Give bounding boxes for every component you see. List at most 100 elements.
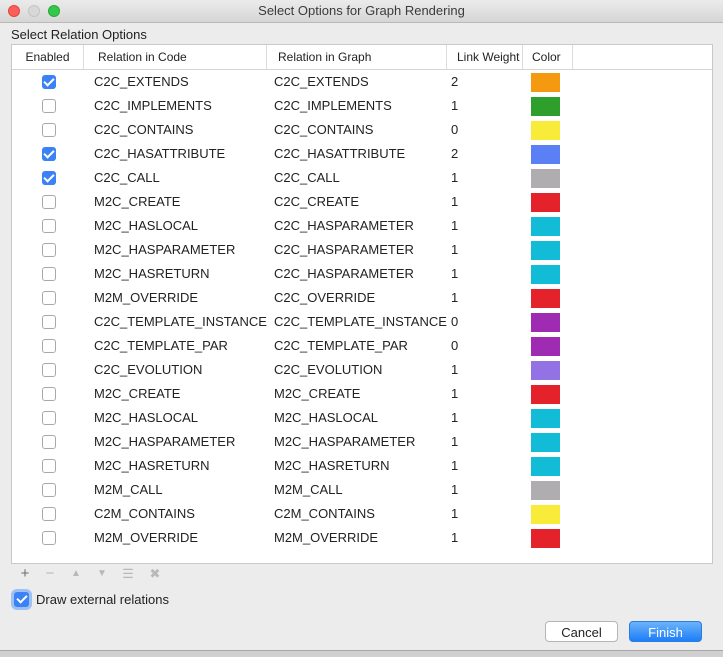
link-weight-cell[interactable]: 0 — [451, 334, 458, 358]
color-swatch[interactable] — [531, 121, 560, 140]
link-weight-cell[interactable]: 1 — [451, 454, 458, 478]
relation-in-code-cell[interactable]: C2C_CALL — [94, 166, 160, 190]
color-swatch[interactable] — [531, 409, 560, 428]
relation-in-graph-cell[interactable]: C2C_CALL — [274, 166, 340, 190]
color-swatch[interactable] — [531, 97, 560, 116]
link-weight-cell[interactable]: 1 — [451, 214, 458, 238]
link-weight-cell[interactable]: 0 — [451, 118, 458, 142]
enabled-checkbox[interactable] — [42, 339, 56, 353]
relation-in-graph-cell[interactable]: M2M_CALL — [274, 478, 343, 502]
column-header-relation-in-code[interactable]: Relation in Code — [84, 45, 267, 69]
link-weight-cell[interactable]: 1 — [451, 358, 458, 382]
tree-list-icon[interactable]: ☰ — [120, 564, 136, 584]
relation-in-graph-cell[interactable]: C2C_CONTAINS — [274, 118, 373, 142]
link-weight-cell[interactable]: 1 — [451, 166, 458, 190]
enabled-checkbox[interactable] — [42, 147, 56, 161]
relation-in-graph-cell[interactable]: M2C_HASLOCAL — [274, 406, 378, 430]
relation-in-code-cell[interactable]: M2C_CREATE — [94, 382, 180, 406]
relation-in-code-cell[interactable]: M2C_HASRETURN — [94, 262, 210, 286]
relation-in-graph-cell[interactable]: M2C_CREATE — [274, 382, 360, 406]
relation-in-code-cell[interactable]: C2C_IMPLEMENTS — [94, 94, 212, 118]
link-weight-cell[interactable]: 1 — [451, 526, 458, 550]
plus-icon[interactable]: + — [17, 564, 33, 584]
enabled-checkbox[interactable] — [42, 387, 56, 401]
relation-in-graph-cell[interactable]: C2C_EVOLUTION — [274, 358, 382, 382]
column-header-relation-in-graph[interactable]: Relation in Graph — [267, 45, 447, 69]
column-header-enabled[interactable]: Enabled — [12, 45, 84, 69]
column-header-link-weight[interactable]: Link Weight — [447, 45, 523, 69]
link-weight-cell[interactable]: 0 — [451, 310, 458, 334]
link-weight-cell[interactable]: 1 — [451, 238, 458, 262]
relation-in-code-cell[interactable]: C2C_TEMPLATE_INSTANCE — [94, 310, 267, 334]
relation-in-graph-cell[interactable]: C2C_HASPARAMETER — [274, 238, 414, 262]
table-row[interactable]: M2M_OVERRIDE M2M_OVERRIDE 1 — [12, 526, 572, 550]
relation-in-code-cell[interactable]: M2C_HASLOCAL — [94, 406, 198, 430]
link-weight-cell[interactable]: 1 — [451, 406, 458, 430]
relation-in-code-cell[interactable]: M2M_CALL — [94, 478, 163, 502]
enabled-checkbox[interactable] — [42, 315, 56, 329]
table-row[interactable]: C2C_CALL C2C_CALL 1 — [12, 166, 572, 190]
relation-in-code-cell[interactable]: M2M_OVERRIDE — [94, 526, 198, 550]
enabled-checkbox[interactable] — [42, 123, 56, 137]
relation-in-graph-cell[interactable]: C2C_TEMPLATE_PAR — [274, 334, 408, 358]
enabled-checkbox[interactable] — [42, 219, 56, 233]
relation-in-code-cell[interactable]: M2M_OVERRIDE — [94, 286, 198, 310]
enabled-checkbox[interactable] — [42, 363, 56, 377]
link-weight-cell[interactable]: 2 — [451, 70, 458, 94]
link-weight-cell[interactable]: 1 — [451, 190, 458, 214]
color-swatch[interactable] — [531, 217, 560, 236]
relation-in-graph-cell[interactable]: C2C_EXTENDS — [274, 70, 369, 94]
table-row[interactable]: M2C_CREATE M2C_CREATE 1 — [12, 382, 572, 406]
column-header-color[interactable]: Color — [523, 45, 573, 69]
relation-in-code-cell[interactable]: C2M_CONTAINS — [94, 502, 195, 526]
color-swatch[interactable] — [531, 361, 560, 380]
relation-in-graph-cell[interactable]: C2C_TEMPLATE_INSTANCE — [274, 310, 447, 334]
enabled-checkbox[interactable] — [42, 267, 56, 281]
clear-icon[interactable]: ✖ — [147, 564, 163, 584]
relation-in-graph-cell[interactable]: M2C_HASPARAMETER — [274, 430, 415, 454]
arrow-down-icon[interactable]: ▼ — [94, 564, 110, 584]
color-swatch[interactable] — [531, 337, 560, 356]
enabled-checkbox[interactable] — [42, 291, 56, 305]
cancel-button[interactable]: Cancel — [545, 621, 618, 642]
relation-in-code-cell[interactable]: C2C_CONTAINS — [94, 118, 193, 142]
table-row[interactable]: M2C_HASLOCAL M2C_HASLOCAL 1 — [12, 406, 572, 430]
color-swatch[interactable] — [531, 265, 560, 284]
relation-in-code-cell[interactable]: C2C_EXTENDS — [94, 70, 189, 94]
relation-in-graph-cell[interactable]: C2C_HASATTRIBUTE — [274, 142, 405, 166]
relation-in-graph-cell[interactable]: M2M_OVERRIDE — [274, 526, 378, 550]
color-swatch[interactable] — [531, 433, 560, 452]
enabled-checkbox[interactable] — [42, 507, 56, 521]
enabled-checkbox[interactable] — [42, 171, 56, 185]
relation-in-graph-cell[interactable]: C2C_OVERRIDE — [274, 286, 375, 310]
table-row[interactable]: C2C_EXTENDS C2C_EXTENDS 2 — [12, 70, 572, 94]
relation-in-code-cell[interactable]: M2C_HASLOCAL — [94, 214, 198, 238]
color-swatch[interactable] — [531, 241, 560, 260]
link-weight-cell[interactable]: 1 — [451, 286, 458, 310]
color-swatch[interactable] — [531, 145, 560, 164]
minus-icon[interactable]: − — [42, 564, 58, 584]
table-row[interactable]: M2M_OVERRIDE C2C_OVERRIDE 1 — [12, 286, 572, 310]
enabled-checkbox[interactable] — [42, 531, 56, 545]
color-swatch[interactable] — [531, 505, 560, 524]
relation-in-graph-cell[interactable]: C2C_IMPLEMENTS — [274, 94, 392, 118]
table-row[interactable]: C2C_TEMPLATE_INSTANCE C2C_TEMPLATE_INSTAN… — [12, 310, 572, 334]
draw-external-relations-checkbox[interactable] — [14, 592, 29, 607]
link-weight-cell[interactable]: 1 — [451, 382, 458, 406]
enabled-checkbox[interactable] — [42, 459, 56, 473]
table-row[interactable]: M2C_HASRETURN M2C_HASRETURN 1 — [12, 454, 572, 478]
relation-in-graph-cell[interactable]: M2C_HASRETURN — [274, 454, 390, 478]
color-swatch[interactable] — [531, 529, 560, 548]
relation-in-code-cell[interactable]: C2C_HASATTRIBUTE — [94, 142, 225, 166]
table-row[interactable]: M2C_HASRETURN C2C_HASPARAMETER 1 — [12, 262, 572, 286]
relation-in-code-cell[interactable]: M2C_HASRETURN — [94, 454, 210, 478]
enabled-checkbox[interactable] — [42, 99, 56, 113]
table-row[interactable]: C2C_EVOLUTION C2C_EVOLUTION 1 — [12, 358, 572, 382]
relation-in-graph-cell[interactable]: C2M_CONTAINS — [274, 502, 375, 526]
color-swatch[interactable] — [531, 385, 560, 404]
table-row[interactable]: M2C_HASPARAMETER M2C_HASPARAMETER 1 — [12, 430, 572, 454]
enabled-checkbox[interactable] — [42, 483, 56, 497]
link-weight-cell[interactable]: 1 — [451, 262, 458, 286]
relation-in-code-cell[interactable]: C2C_EVOLUTION — [94, 358, 202, 382]
relation-in-graph-cell[interactable]: C2C_CREATE — [274, 190, 359, 214]
